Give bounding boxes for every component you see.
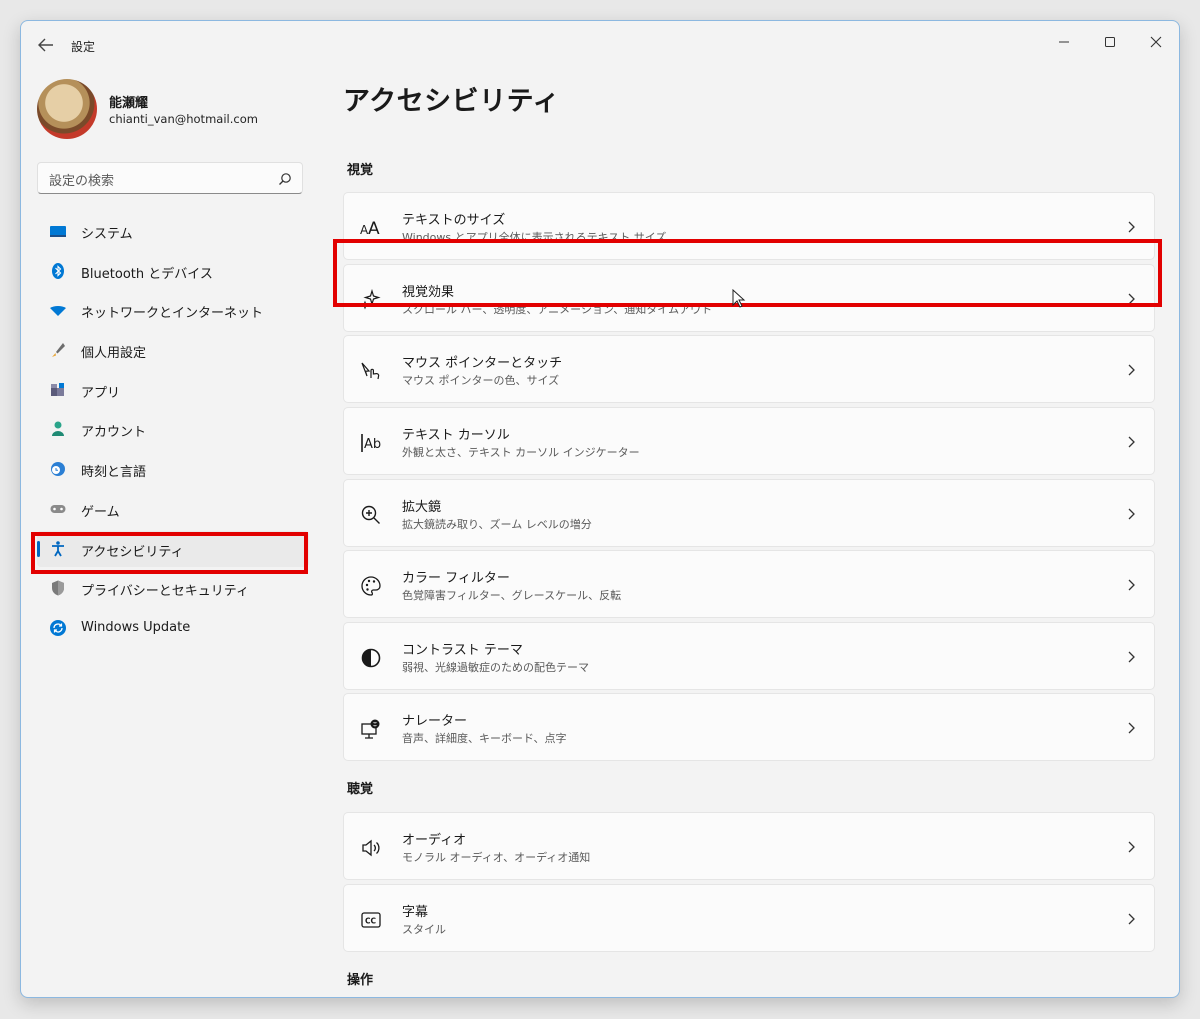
card-captions[interactable]: CC 字幕 スタイル — [343, 884, 1155, 952]
pointer-touch-icon — [360, 360, 382, 382]
chevron-right-icon — [1126, 577, 1136, 591]
card-contrast-themes[interactable]: コントラスト テーマ 弱視、光線過敏症のための配色テーマ — [343, 622, 1155, 690]
card-mouse-pointer-touch[interactable]: マウス ポインターとタッチ マウス ポインターの色、サイズ — [343, 335, 1155, 403]
card-subtitle: スタイル — [402, 923, 446, 936]
brush-icon — [49, 341, 67, 359]
captions-icon: CC — [360, 909, 382, 931]
contrast-icon — [360, 647, 382, 669]
svg-text:CC: CC — [365, 917, 377, 926]
section-title-vision: 視覚 — [347, 163, 374, 178]
sidebar-item-apps[interactable]: アプリ — [37, 372, 309, 408]
maximize-button[interactable] — [1087, 27, 1133, 57]
card-title: ナレーター — [402, 714, 468, 729]
card-subtitle: 拡大鏡読み取り、ズーム レベルの増分 — [402, 518, 592, 531]
card-color-filters[interactable]: カラー フィルター 色覚障害フィルター、グレースケール、反転 — [343, 550, 1155, 618]
sidebar-item-label: プライバシーとセキュリティ — [81, 584, 249, 600]
chevron-right-icon — [1126, 434, 1136, 448]
card-subtitle: 色覚障害フィルター、グレースケール、反転 — [402, 589, 622, 602]
sidebar-item-label: ゲーム — [81, 504, 120, 520]
chevron-right-icon — [1126, 911, 1136, 925]
page-title: アクセシビリティ — [343, 86, 561, 117]
card-subtitle: 弱視、光線過敏症のための配色テーマ — [402, 661, 589, 674]
close-button[interactable] — [1133, 27, 1179, 57]
sidebar-item-system[interactable]: システム — [37, 213, 309, 249]
card-title: 拡大鏡 — [402, 500, 442, 515]
card-magnifier[interactable]: 拡大鏡 拡大鏡読み取り、ズーム レベルの増分 — [343, 479, 1155, 547]
sidebar-item-label: Windows Update — [81, 619, 191, 635]
sidebar-item-gaming[interactable]: ゲーム — [37, 491, 309, 527]
update-icon — [49, 619, 67, 637]
wifi-icon — [49, 301, 67, 319]
account-icon — [49, 420, 67, 438]
card-text-cursor[interactable]: Ab テキスト カーソル 外観と太さ、テキスト カーソル インジケーター — [343, 407, 1155, 475]
narrator-icon — [360, 718, 382, 740]
card-title: テキスト カーソル — [402, 428, 510, 443]
search-icon[interactable] — [278, 171, 292, 185]
chevron-right-icon — [1126, 649, 1136, 663]
card-title: マウス ポインターとタッチ — [402, 356, 563, 371]
card-subtitle: 音声、詳細度、キーボード、点字 — [402, 732, 567, 745]
sidebar-item-label: システム — [81, 227, 133, 242]
svg-text:Ab: Ab — [364, 437, 381, 452]
section-title-hearing: 聴覚 — [347, 782, 374, 797]
sidebar-item-windows-update[interactable]: Windows Update — [37, 610, 309, 646]
chevron-right-icon — [1126, 839, 1136, 853]
shield-icon — [49, 579, 67, 597]
main-content: アクセシビリティ 視覚 AA テキストのサイズ Windows とアプリ全体に表… — [343, 69, 1163, 997]
card-title: コントラスト テーマ — [402, 643, 523, 658]
card-subtitle: モノラル オーディオ、オーディオ通知 — [402, 851, 591, 864]
card-subtitle: マウス ポインターの色、サイズ — [402, 374, 560, 387]
minimize-button[interactable] — [1041, 27, 1087, 57]
card-narrator[interactable]: ナレーター 音声、詳細度、キーボード、点字 — [343, 693, 1155, 761]
sidebar-item-privacy[interactable]: プライバシーとセキュリティ — [37, 570, 309, 606]
sidebar-item-label: 時刻と言語 — [81, 465, 147, 481]
search-input[interactable]: 設定の検索 — [37, 162, 303, 194]
gamepad-icon — [49, 500, 67, 518]
section-title-interaction: 操作 — [347, 973, 374, 988]
user-email: chianti_van@hotmail.com — [109, 112, 258, 126]
palette-icon — [360, 575, 382, 597]
card-title: テキストのサイズ — [402, 213, 506, 228]
sidebar-item-bluetooth[interactable]: Bluetooth とデバイス — [37, 253, 309, 289]
sidebar-item-accounts[interactable]: アカウント — [37, 411, 309, 447]
chevron-right-icon — [1126, 362, 1136, 376]
card-subtitle: 外観と太さ、テキスト カーソル インジケーター — [402, 446, 640, 459]
sidebar-item-network[interactable]: ネットワークとインターネット — [37, 292, 309, 328]
magnifier-icon — [360, 504, 382, 526]
sidebar-item-time-language[interactable]: 時刻と言語 — [37, 451, 309, 487]
window-title: 設定 — [71, 40, 96, 54]
sidebar-item-label: ネットワークとインターネット — [81, 306, 264, 322]
sidebar-item-personalization[interactable]: 個人用設定 — [37, 332, 309, 368]
svg-text:A: A — [368, 219, 380, 239]
card-title: 字幕 — [402, 905, 429, 920]
settings-window: 設定 能瀬耀 chianti_van@hotmail.com 設定の検索 システ… — [20, 20, 1180, 998]
bluetooth-icon — [49, 262, 67, 280]
apps-icon — [49, 381, 67, 399]
title-bar: 設定 — [21, 21, 1179, 69]
sidebar-item-label: Bluetooth とデバイス — [81, 266, 213, 282]
chevron-right-icon — [1126, 720, 1136, 734]
sidebar-item-label: 個人用設定 — [81, 346, 147, 362]
card-audio[interactable]: オーディオ モノラル オーディオ、オーディオ通知 — [343, 812, 1155, 880]
user-name: 能瀬耀 — [109, 96, 149, 111]
system-icon — [49, 222, 67, 240]
chevron-right-icon — [1126, 506, 1136, 520]
chevron-right-icon — [1126, 219, 1136, 233]
card-title: オーディオ — [402, 833, 467, 848]
search-placeholder: 設定の検索 — [49, 174, 115, 189]
avatar[interactable] — [37, 79, 97, 139]
text-cursor-icon: Ab — [360, 432, 382, 454]
sidebar-nav: システム Bluetooth とデバイス ネットワークとインターネット 個人用設… — [37, 213, 309, 650]
speaker-icon — [360, 837, 382, 859]
sidebar-item-label: アカウント — [81, 425, 147, 441]
back-arrow-icon[interactable] — [35, 35, 57, 55]
text-size-icon: AA — [360, 217, 382, 239]
mouse-cursor-icon — [732, 288, 746, 309]
highlight-box-sidebar — [31, 532, 308, 574]
globe-clock-icon — [49, 460, 67, 478]
card-title: カラー フィルター — [402, 571, 510, 586]
highlight-box-visual-effects — [333, 239, 1162, 307]
sidebar-item-label: アプリ — [81, 385, 121, 401]
